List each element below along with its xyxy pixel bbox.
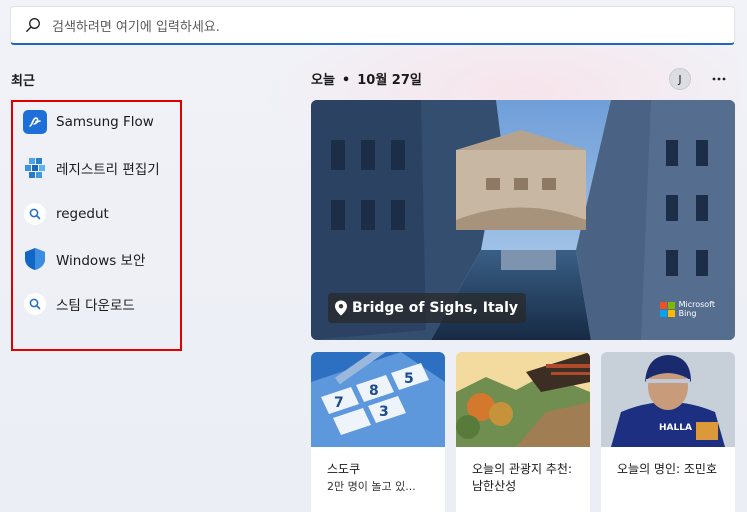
card-title: 오늘의 관광지 추천: 남한산성 [472,462,572,493]
recent-item-label: Samsung Flow [56,114,154,130]
registry-editor-icon [23,156,47,180]
recent-item-windows-security[interactable]: Windows 보안 [23,246,145,272]
recent-item-label: Windows 보안 [56,253,146,269]
hero-location-caption[interactable]: Bridge of Sighs, Italy [328,293,527,323]
recent-item-regedut[interactable]: regedut [23,201,109,227]
search-icon [26,18,40,32]
brand-line-1: Microsoft [678,300,715,309]
sudoku-image: 7 8 5 3 [311,352,445,447]
search-box[interactable]: 검색하려면 여기에 입력하세요. [10,6,735,45]
hero-image-card[interactable]: Bridge of Sighs, Italy Microsoft Bing [311,100,735,340]
microsoft-bing-badge: Microsoft Bing [659,300,715,318]
search-icon [23,292,47,316]
recent-item-label: 스팀 다운로드 [56,298,135,314]
today-label: 오늘 [311,73,335,88]
recent-section-title: 최근 [11,74,35,89]
recent-list-highlight: Samsung Flow 레지스트리 편집기 regedut Windows 보… [11,100,182,351]
recent-item-samsung-flow[interactable]: Samsung Flow [23,109,154,135]
hero-caption-text: Bridge of Sighs, Italy [352,300,519,316]
hockey-player-image: HALLA [601,352,735,447]
today-date: 10월 27일 [357,73,422,88]
svg-text:8: 8 [369,383,379,399]
svg-text:3: 3 [379,404,389,420]
search-placeholder: 검색하려면 여기에 입력하세요. [52,19,220,35]
namhansanseong-image [456,352,590,447]
svg-text:HALLA: HALLA [659,423,692,433]
svg-text:7: 7 [334,395,344,411]
recent-item-registry-editor[interactable]: 레지스트리 편집기 [23,155,160,181]
microsoft-logo-icon [659,301,675,317]
card-tourist-spot[interactable]: 오늘의 관광지 추천: 남한산성 [456,352,590,512]
card-title: 오늘의 명인: 조민호 [617,462,717,476]
recent-item-steam-download[interactable]: 스팀 다운로드 [23,291,135,317]
today-header: 오늘 • 10월 27일 [311,69,422,88]
card-subtitle: 2만 명이 놀고 있... [327,480,416,493]
user-avatar[interactable]: J [669,68,691,90]
more-options-icon[interactable] [708,68,730,90]
card-famous-person[interactable]: HALLA 오늘의 명인: 조민호 [601,352,735,512]
card-sudoku[interactable]: 7 8 5 3 스도쿠 2만 명이 놀고 있... [311,352,445,512]
brand-line-2: Bing [678,309,697,318]
location-pin-icon [335,300,347,316]
recent-item-label: 레지스트리 편집기 [56,162,160,178]
search-icon [23,202,47,226]
recent-item-label: regedut [56,206,109,222]
card-title: 스도쿠 [327,462,361,476]
samsung-flow-icon [23,110,47,134]
windows-security-shield-icon [23,247,47,271]
separator-dot: • [341,73,351,88]
svg-text:5: 5 [404,371,414,387]
